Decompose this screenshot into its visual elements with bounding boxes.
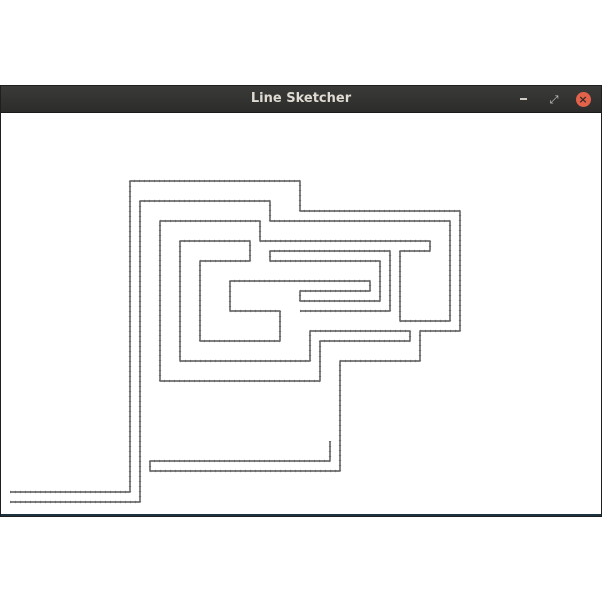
close-button[interactable]: × [575, 91, 591, 107]
sketch-path [10, 179, 462, 504]
title-bar[interactable]: Line Sketcher ⤢ × [1, 86, 601, 113]
minimize-icon [519, 98, 527, 100]
drawing-canvas[interactable] [1, 113, 601, 514]
close-icon: × [575, 91, 591, 107]
sketch-line-inner [10, 200, 451, 503]
maximize-icon: ⤢ [549, 92, 559, 106]
sketch-svg [10, 179, 462, 504]
sketch-line-outer [10, 180, 461, 493]
window-bottom-border [1, 514, 601, 516]
minimize-button[interactable] [515, 91, 531, 107]
sketch-line-outer-ticks [10, 179, 462, 494]
window-title: Line Sketcher [250, 91, 352, 106]
sketch-line-inner-ticks [10, 199, 452, 504]
app-window: Line Sketcher ⤢ × [1, 86, 601, 516]
maximize-button[interactable]: ⤢ [546, 91, 562, 107]
